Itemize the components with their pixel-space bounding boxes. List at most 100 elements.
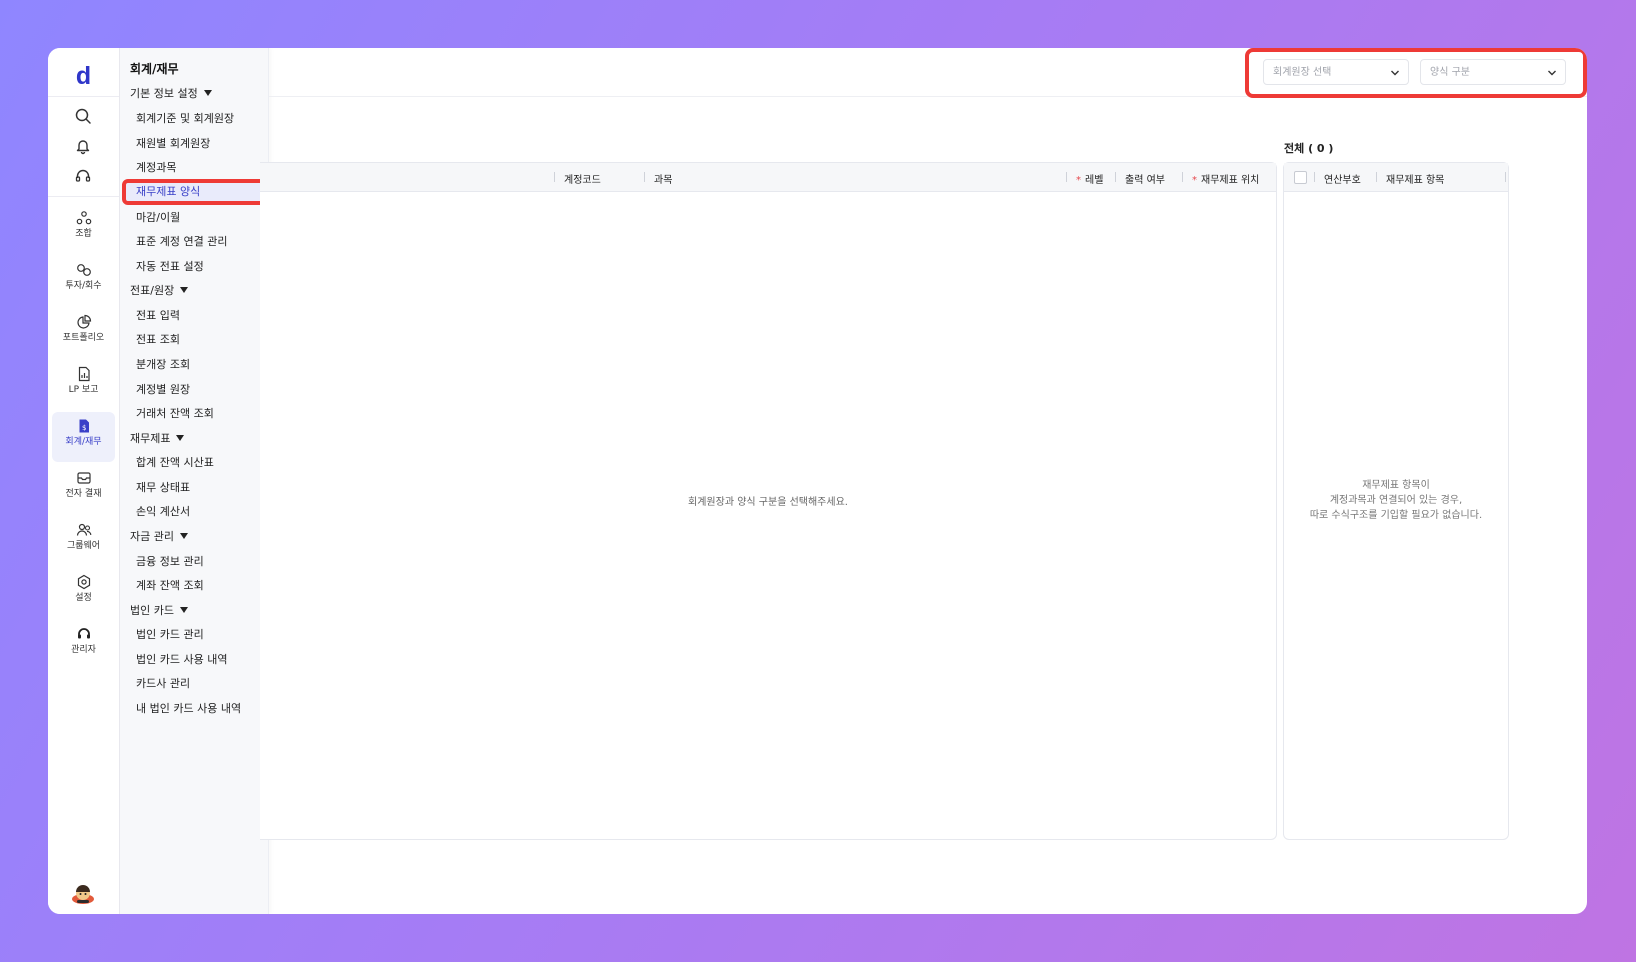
gear-icon (77, 574, 90, 590)
required-mark: * (1076, 175, 1081, 186)
headset-icon (77, 628, 90, 639)
fs-form-table: 계정코드 과목 * 레벨 출력 여부 * 재무제표 위치 회계원장과 양식 구분을 … (260, 162, 1277, 840)
app-logo[interactable]: d (48, 56, 119, 96)
form-type-select[interactable]: 양식 구분 (1420, 59, 1566, 85)
menu-item-voucher-input[interactable]: 전표 입력 (136, 307, 180, 323)
empty-state-message: 회계원장과 양식 구분을 선택해주세요. (688, 497, 848, 508)
menu-item-trial-balance[interactable]: 합계 잔액 시산표 (136, 454, 214, 470)
col-print[interactable]: 출력 여부 (1125, 171, 1165, 186)
side-info-message: 재무제표 항목이 계정과목과 연결되어 있는 경우, 따로 수식구조를 기입할 … (1284, 478, 1508, 523)
column-separator (1376, 172, 1377, 182)
menu-item-card-usage[interactable]: 법인 카드 사용 내역 (136, 651, 227, 667)
menu-group-label: 전표/원장 (130, 284, 175, 297)
menu-item-my-card-usage[interactable]: 내 법인 카드 사용 내역 (136, 700, 241, 716)
rail-item-label: LP 보고 (68, 385, 99, 395)
col-subject[interactable]: 과목 (654, 171, 672, 186)
menu-group-label: 법인 카드 (130, 604, 174, 617)
user-avatar[interactable] (70, 882, 96, 908)
accounting-icon: $ (79, 419, 89, 433)
menu-item-account-ledger[interactable]: 계정별 원장 (136, 381, 190, 397)
rail-item-groupware[interactable]: 그룹웨어 (52, 516, 115, 566)
menu-item-finance-info[interactable]: 금융 정보 관리 (136, 553, 204, 569)
bell-icon[interactable] (73, 136, 93, 156)
menu-group-label: 재무제표 (130, 432, 171, 445)
menu-item-standard-link[interactable]: 표준 계정 연결 관리 (136, 233, 227, 249)
menu-item-balance-sheet[interactable]: 재무 상태표 (136, 479, 190, 495)
pie-chart-icon (76, 314, 91, 329)
people-icon (76, 523, 91, 536)
rail-item-lp[interactable]: LP 보고 (52, 360, 115, 410)
ledger-select-placeholder: 회계원장 선택 (1273, 67, 1332, 78)
menu-group-cash[interactable]: 자금 관리 (130, 528, 188, 544)
icon-rail: d 조합 투자/회수 포트폴리오 LP 보고 $ 회계/재무 전자 결재 그룹웨… (48, 48, 120, 914)
rail-item-label: 설정 (75, 593, 92, 603)
menu-item-fund-ledger[interactable]: 재원별 회계원장 (136, 135, 210, 151)
caret-down-icon (179, 533, 188, 539)
menu-item-journal[interactable]: 분개장 조회 (136, 356, 190, 372)
menu-item-client-balance[interactable]: 거래처 잔액 조회 (136, 405, 214, 421)
union-icon (76, 211, 91, 225)
rail-item-label: 포트폴리오 (62, 333, 105, 343)
rail-item-invest[interactable]: 투자/회수 (52, 256, 115, 306)
invest-icon (76, 264, 91, 276)
table-header: 계정코드 과목 * 레벨 출력 여부 * 재무제표 위치 (260, 163, 1276, 192)
rail-item-admin[interactable]: 관리자 (52, 620, 115, 670)
menu-item-card-manage[interactable]: 법인 카드 관리 (136, 626, 204, 642)
select-all-checkbox[interactable] (1294, 171, 1307, 184)
menu-item-auto-voucher[interactable]: 자동 전표 설정 (136, 258, 204, 274)
side-info-line: 따로 수식구조를 기입할 필요가 없습니다. (1309, 510, 1483, 521)
rail-item-approval[interactable]: 전자 결재 (52, 464, 115, 514)
col-fs-item[interactable]: 재무제표 항목 (1386, 171, 1444, 186)
column-separator (1182, 172, 1183, 182)
menu-item-closing[interactable]: 마감/이월 (136, 209, 180, 225)
rail-item-accounting[interactable]: $ 회계/재무 (52, 412, 115, 462)
col-level-label: 레벨 (1085, 175, 1104, 186)
menu-title: 회계/재무 (130, 62, 179, 76)
rail-item-label: 투자/회수 (65, 281, 102, 291)
form-type-select-placeholder: 양식 구분 (1430, 67, 1470, 78)
chevron-down-icon (1391, 70, 1399, 76)
menu-item-card-company[interactable]: 카드사 관리 (136, 675, 190, 691)
rail-item-union[interactable]: 조합 (52, 204, 115, 254)
rail-item-portfolio[interactable]: 포트폴리오 (52, 308, 115, 358)
side-table-header: 연산부호 재무제표 항목 (1284, 163, 1508, 192)
inbox-icon (76, 472, 91, 484)
menu-item-voucher-search[interactable]: 전표 조회 (136, 331, 180, 347)
menu-group-voucher[interactable]: 전표/원장 (130, 282, 189, 298)
menu-group-label: 기본 정보 설정 (130, 87, 198, 100)
side-info-line: 계정과목과 연결되어 있는 경우, (1329, 495, 1463, 506)
chevron-down-icon (1548, 70, 1556, 76)
rail-item-label: 회계/재무 (65, 437, 102, 447)
menu-group-basic[interactable]: 기본 정보 설정 (130, 85, 212, 101)
ledger-select[interactable]: 회계원장 선택 (1263, 59, 1409, 85)
col-account-code[interactable]: 계정코드 (564, 171, 601, 186)
caret-down-icon (179, 607, 188, 613)
caret-down-icon (203, 90, 212, 96)
sub-menu: 회계/재무 기본 정보 설정 회계기준 및 회계원장 재원별 회계원장 계정과목… (120, 48, 269, 914)
caret-down-icon (176, 435, 185, 441)
menu-item-income-statement[interactable]: 손익 계산서 (136, 503, 190, 519)
col-level[interactable]: * 레벨 (1076, 171, 1103, 186)
menu-group-fs[interactable]: 재무제표 (130, 430, 185, 446)
menu-item-fs-form[interactable]: 재무제표 양식 (122, 179, 268, 205)
support-headset-icon[interactable] (73, 166, 93, 186)
report-icon (78, 366, 90, 382)
menu-item-account-balance[interactable]: 계좌 잔액 조회 (136, 577, 204, 593)
column-separator (1115, 172, 1116, 182)
rail-item-label: 그룹웨어 (66, 541, 101, 551)
rail-item-label: 전자 결재 (65, 489, 102, 499)
col-operator[interactable]: 연산부호 (1324, 171, 1361, 186)
menu-group-label: 자금 관리 (130, 530, 174, 543)
menu-item-accounts[interactable]: 계정과목 (136, 159, 176, 175)
column-separator (1066, 172, 1067, 182)
rail-item-label: 관리자 (71, 645, 96, 655)
svg-text:$: $ (81, 424, 85, 432)
caret-down-icon (180, 287, 189, 293)
fs-item-table: 연산부호 재무제표 항목 재무제표 항목이 계정과목과 연결되어 있는 경우, … (1283, 162, 1509, 840)
menu-group-card[interactable]: 법인 카드 (130, 602, 188, 618)
col-fs-position[interactable]: * 재무제표 위치 (1192, 171, 1259, 186)
search-icon[interactable] (73, 106, 93, 126)
menu-item-ledger-standard[interactable]: 회계기준 및 회계원장 (136, 110, 234, 126)
rail-divider (48, 196, 119, 197)
rail-item-settings[interactable]: 설정 (52, 568, 115, 618)
